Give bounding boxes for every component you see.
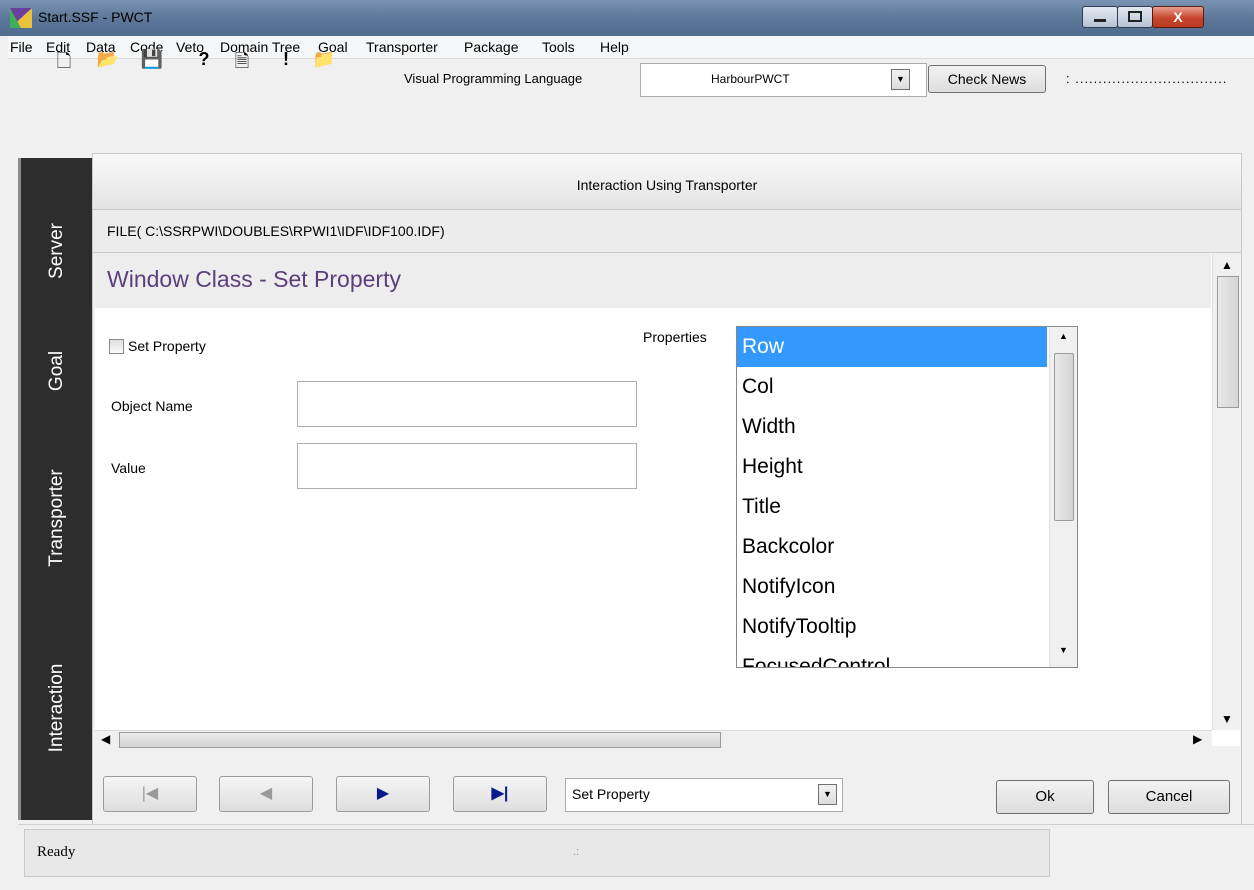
side-tab-label: Interaction xyxy=(46,663,67,753)
save-icon[interactable]: 💾 xyxy=(140,49,164,70)
side-tab-bar: Server Goal Transporter Interaction xyxy=(18,158,93,820)
object-name-label: Object Name xyxy=(111,398,193,414)
side-tab-label: Transporter xyxy=(46,469,67,567)
list-item[interactable]: Col xyxy=(737,367,1047,407)
toolbar: 🗋 📂 💾 ? 🗎 ! 📁 Visual Programming Languag… xyxy=(8,49,1254,147)
cancel-button[interactable]: Cancel xyxy=(1108,780,1230,814)
chevron-down-icon[interactable]: ▼ xyxy=(818,784,837,805)
form-vertical-scrollbar[interactable]: ▲ ▼ xyxy=(1212,254,1241,730)
main-panel: Interaction Using Transporter FILE( C:\S… xyxy=(92,153,1242,825)
properties-label: Properties xyxy=(643,329,707,345)
new-file-icon[interactable]: 🗋 xyxy=(52,49,76,79)
set-property-label[interactable]: Set Property xyxy=(128,338,206,354)
menu-file[interactable]: File xyxy=(10,39,33,55)
side-tab-label: Goal xyxy=(46,350,67,391)
scroll-thumb[interactable] xyxy=(1217,276,1239,408)
scroll-thumb[interactable] xyxy=(119,732,721,748)
open-icon[interactable]: 📁 xyxy=(312,49,336,70)
maximize-button[interactable] xyxy=(1117,6,1153,28)
object-name-input[interactable] xyxy=(297,381,637,427)
step-select-value: Set Property xyxy=(572,786,650,802)
form-title-band: Window Class - Set Property xyxy=(95,254,1211,308)
set-property-checkbox[interactable] xyxy=(109,339,124,354)
scroll-up-icon[interactable]: ▲ xyxy=(1221,258,1233,272)
file-path-bar: FILE( C:\SSRPWI\DOUBLES\RPWI1\IDF\IDF100… xyxy=(93,210,1241,253)
properties-scrollbar[interactable]: ▲ ▼ xyxy=(1049,327,1077,667)
list-item[interactable]: FocusedControl xyxy=(737,647,1047,667)
vpl-select-value: HarbourPWCT xyxy=(711,72,790,86)
panel-header: Interaction Using Transporter xyxy=(93,154,1241,210)
navigation-row: |◀ ◀ ▶ ▶| Set Property ▼ Ok Cancel xyxy=(93,768,1241,824)
side-tab-interaction[interactable]: Interaction xyxy=(21,618,93,798)
form-title: Window Class - Set Property xyxy=(107,266,401,292)
list-item[interactable]: Width xyxy=(737,407,1047,447)
last-button[interactable]: ▶| xyxy=(453,776,547,812)
title-bar: Start.SSF - PWCT X xyxy=(0,0,1254,36)
list-item[interactable]: NotifyTooltip xyxy=(737,607,1047,647)
scroll-down-icon[interactable]: ▼ xyxy=(1059,645,1068,655)
scroll-left-icon[interactable]: ◀ xyxy=(101,732,110,746)
resize-grip-icon: .: xyxy=(573,846,580,858)
list-item[interactable]: Height xyxy=(737,447,1047,487)
scroll-down-icon[interactable]: ▼ xyxy=(1221,712,1233,726)
side-tab-transporter[interactable]: Transporter xyxy=(21,418,93,618)
ok-button[interactable]: Ok xyxy=(996,780,1094,814)
exclamation-icon[interactable]: ! xyxy=(274,49,298,70)
vpl-select[interactable]: HarbourPWCT ▼ xyxy=(640,63,927,97)
check-news-button[interactable]: Check News xyxy=(928,65,1046,93)
menu-package[interactable]: Package xyxy=(464,39,518,55)
menu-tools[interactable]: Tools xyxy=(542,39,575,55)
side-tab-server[interactable]: Server xyxy=(21,178,93,323)
previous-button[interactable]: ◀ xyxy=(219,776,313,812)
list-item[interactable]: Title xyxy=(737,487,1047,527)
close-button[interactable]: X xyxy=(1152,6,1204,28)
side-tab-goal[interactable]: Goal xyxy=(21,323,93,418)
file-path: FILE( C:\SSRPWI\DOUBLES\RPWI1\IDF\IDF100… xyxy=(107,223,445,239)
value-label: Value xyxy=(111,460,146,476)
close-icon: X xyxy=(1173,9,1183,25)
menu-help[interactable]: Help xyxy=(600,39,629,55)
value-input[interactable] xyxy=(297,443,637,489)
side-tab-label: Server xyxy=(46,222,67,279)
form-area: Window Class - Set Property Set Property… xyxy=(95,254,1241,748)
document-icon[interactable]: 🗎 xyxy=(230,49,254,79)
scroll-right-icon[interactable]: ▶ xyxy=(1193,732,1202,746)
menu-transporter[interactable]: Transporter xyxy=(366,39,438,55)
open-folder-icon[interactable]: 📂 xyxy=(96,49,120,70)
list-item[interactable]: Row xyxy=(737,327,1047,367)
next-button[interactable]: ▶ xyxy=(336,776,430,812)
toolbar-status-text: : ................................. xyxy=(1066,71,1228,86)
step-select[interactable]: Set Property ▼ xyxy=(565,778,843,812)
vpl-label: Visual Programming Language xyxy=(404,71,583,86)
first-button[interactable]: |◀ xyxy=(103,776,197,812)
app-icon xyxy=(10,8,32,28)
list-item[interactable]: Backcolor xyxy=(737,527,1047,567)
properties-listbox[interactable]: Row Col Width Height Title Backcolor Not… xyxy=(736,326,1078,668)
scroll-thumb[interactable] xyxy=(1054,353,1074,521)
minimize-button[interactable] xyxy=(1082,6,1118,28)
status-text: Ready xyxy=(37,844,76,860)
status-bar: Ready .: xyxy=(18,824,1254,885)
form-horizontal-scrollbar[interactable]: ◀ ▶ xyxy=(95,730,1212,748)
help-icon[interactable]: ? xyxy=(192,49,216,70)
scroll-up-icon[interactable]: ▲ xyxy=(1059,331,1068,341)
chevron-down-icon[interactable]: ▼ xyxy=(891,69,910,90)
status-pane: Ready .: xyxy=(24,829,1050,877)
window-title: Start.SSF - PWCT xyxy=(38,9,153,25)
list-item[interactable]: NotifyIcon xyxy=(737,567,1047,607)
